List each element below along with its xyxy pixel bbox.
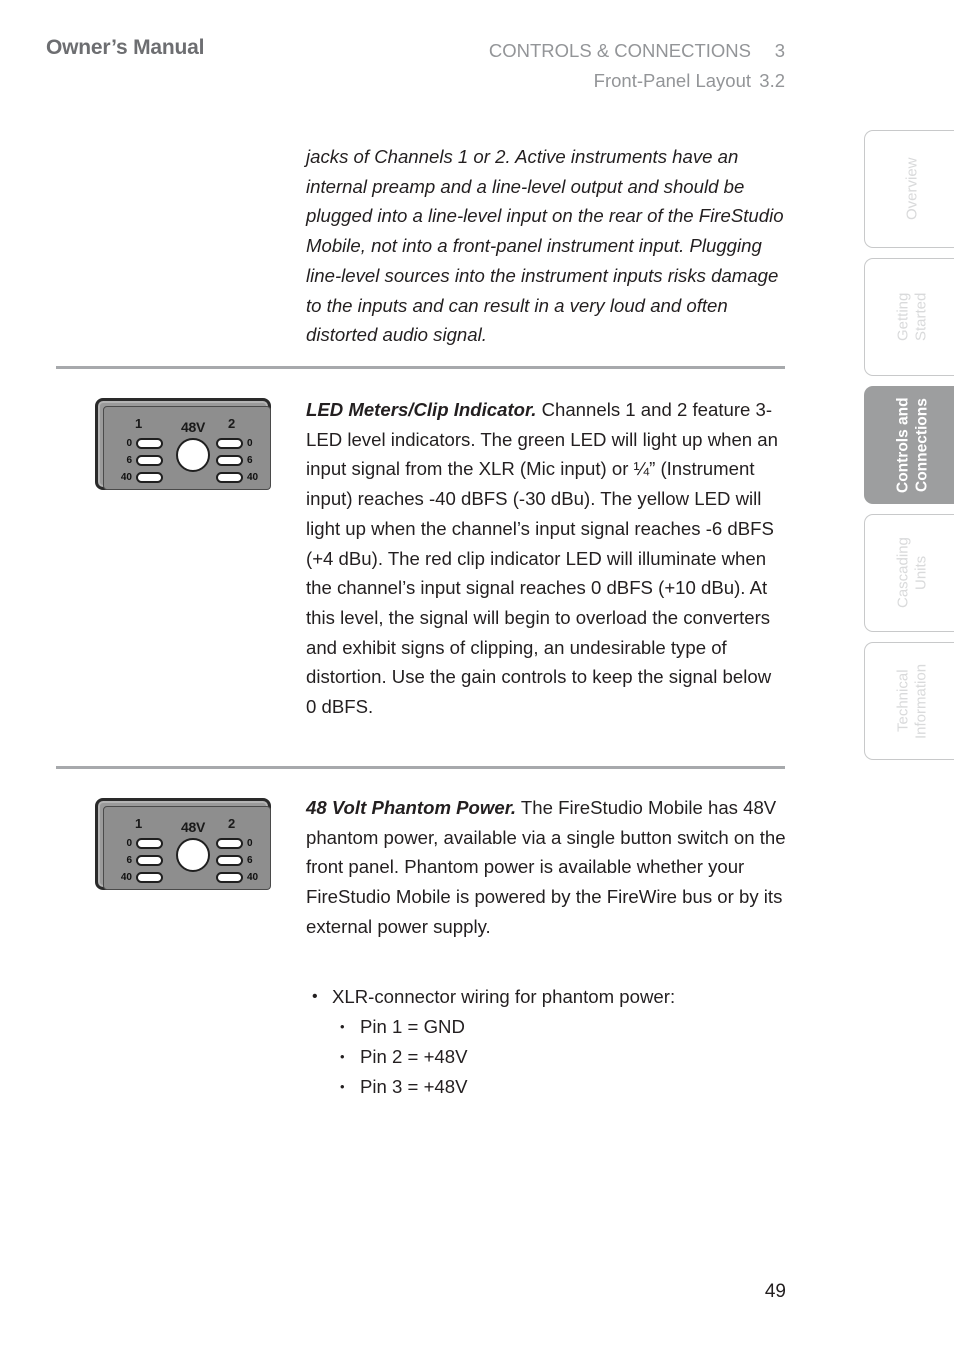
phantom-power-control: 48V [167, 819, 219, 872]
led-row: 6 [116, 852, 163, 869]
channel-2-led-column: 0 6 40 [216, 435, 263, 486]
led-indicator-yellow-icon [136, 855, 163, 866]
phantom-power-button-icon[interactable] [176, 838, 210, 872]
led-row: 6 [116, 452, 163, 469]
led-row: 40 [116, 469, 163, 486]
led-indicator-yellow-icon [216, 855, 243, 866]
sidebar-item-overview[interactable]: Overview [864, 130, 954, 248]
front-panel-face: 1 2 0 6 40 48V 0 6 40 [103, 406, 271, 490]
front-panel-body: 1 2 0 6 40 48V 0 6 40 [95, 798, 271, 890]
front-panel-figure-led-meters: 1 2 0 6 40 48V 0 6 40 [95, 398, 271, 490]
led-label: 0 [247, 438, 253, 449]
led-row: 6 [216, 852, 263, 869]
phantom-power-button-icon[interactable] [176, 438, 210, 472]
led-indicator-clip-icon [136, 438, 163, 449]
led-indicator-yellow-icon [136, 455, 163, 466]
led-label: 0 [126, 438, 132, 449]
xlr-wiring-list: XLR-connector wiring for phantom power: … [306, 982, 786, 1102]
phantom-power-heading: 48 Volt Phantom Power. [306, 797, 517, 818]
sidebar-item-controls-and-connections[interactable]: Controls and Connections [864, 386, 954, 504]
led-row: 0 [216, 435, 263, 452]
list-item: Pin 3 = +48V [306, 1072, 786, 1102]
channel-2-label: 2 [228, 816, 236, 831]
channel-1-label: 1 [135, 816, 143, 831]
side-tab-navigation: Overview Getting Started Controls and Co… [864, 0, 954, 1354]
phantom-power-control: 48V [167, 419, 219, 472]
sidebar-item-label: Overview [903, 157, 921, 221]
led-meters-paragraph: LED Meters/Clip Indicator. Channels 1 an… [306, 395, 786, 722]
list-item: Pin 1 = GND [306, 1012, 786, 1042]
led-label: 6 [247, 455, 253, 466]
intro-paragraph: jacks of Channels 1 or 2. Active instrum… [306, 146, 784, 346]
led-label: 40 [120, 472, 132, 483]
led-indicator-clip-icon [216, 438, 243, 449]
sidebar-item-label: Controls and Connections [894, 397, 931, 493]
page-number: 49 [764, 1281, 786, 1302]
sidebar-item-getting-started[interactable]: Getting Started [864, 258, 954, 376]
led-indicator-green-icon [136, 472, 163, 483]
led-label: 6 [126, 855, 132, 866]
led-label: 0 [247, 838, 253, 849]
led-label: 40 [247, 472, 259, 483]
front-panel-figure-phantom-power: 1 2 0 6 40 48V 0 6 40 [95, 798, 271, 890]
led-label: 0 [126, 838, 132, 849]
led-indicator-yellow-icon [216, 455, 243, 466]
channel-2-led-column: 0 6 40 [216, 835, 263, 886]
led-meters-heading: LED Meters/Clip Indicator. [306, 399, 537, 420]
list-item: XLR-connector wiring for phantom power: [306, 982, 786, 1012]
led-label: 6 [126, 455, 132, 466]
sidebar-item-label: Technical Information [894, 663, 930, 739]
front-panel-face: 1 2 0 6 40 48V 0 6 40 [103, 806, 271, 890]
led-label: 40 [120, 872, 132, 883]
led-label: 6 [247, 855, 253, 866]
led-row: 0 [116, 835, 163, 852]
channel-1-led-column: 0 6 40 [116, 835, 163, 886]
led-indicator-clip-icon [216, 838, 243, 849]
sidebar-item-technical-information[interactable]: Technical Information [864, 642, 954, 760]
led-indicator-green-icon [216, 872, 243, 883]
phantom-power-label: 48V [180, 419, 205, 435]
section-divider [56, 766, 785, 769]
led-row: 6 [216, 452, 263, 469]
led-row: 0 [116, 435, 163, 452]
section-divider [56, 366, 785, 369]
led-indicator-clip-icon [136, 838, 163, 849]
phantom-power-label: 48V [180, 819, 205, 835]
channel-1-label: 1 [135, 416, 143, 431]
led-label: 40 [247, 872, 259, 883]
channel-1-led-column: 0 6 40 [116, 435, 163, 486]
led-indicator-green-icon [136, 872, 163, 883]
led-row: 0 [216, 835, 263, 852]
led-row: 40 [216, 869, 263, 886]
sidebar-item-cascading-units[interactable]: Cascading Units [864, 514, 954, 632]
led-indicator-green-icon [216, 472, 243, 483]
front-panel-body: 1 2 0 6 40 48V 0 6 40 [95, 398, 271, 490]
sidebar-item-label: Getting Started [894, 292, 930, 342]
phantom-power-paragraph: 48 Volt Phantom Power. The FireStudio Mo… [306, 793, 786, 942]
page-content: jacks of Channels 1 or 2. Active instrum… [0, 0, 800, 1354]
sidebar-item-label: Cascading Units [894, 537, 930, 609]
list-item: Pin 2 = +48V [306, 1042, 786, 1072]
led-meters-body: Channels 1 and 2 feature 3-LED level ind… [306, 399, 778, 718]
channel-2-label: 2 [228, 416, 236, 431]
led-row: 40 [216, 469, 263, 486]
led-row: 40 [116, 869, 163, 886]
